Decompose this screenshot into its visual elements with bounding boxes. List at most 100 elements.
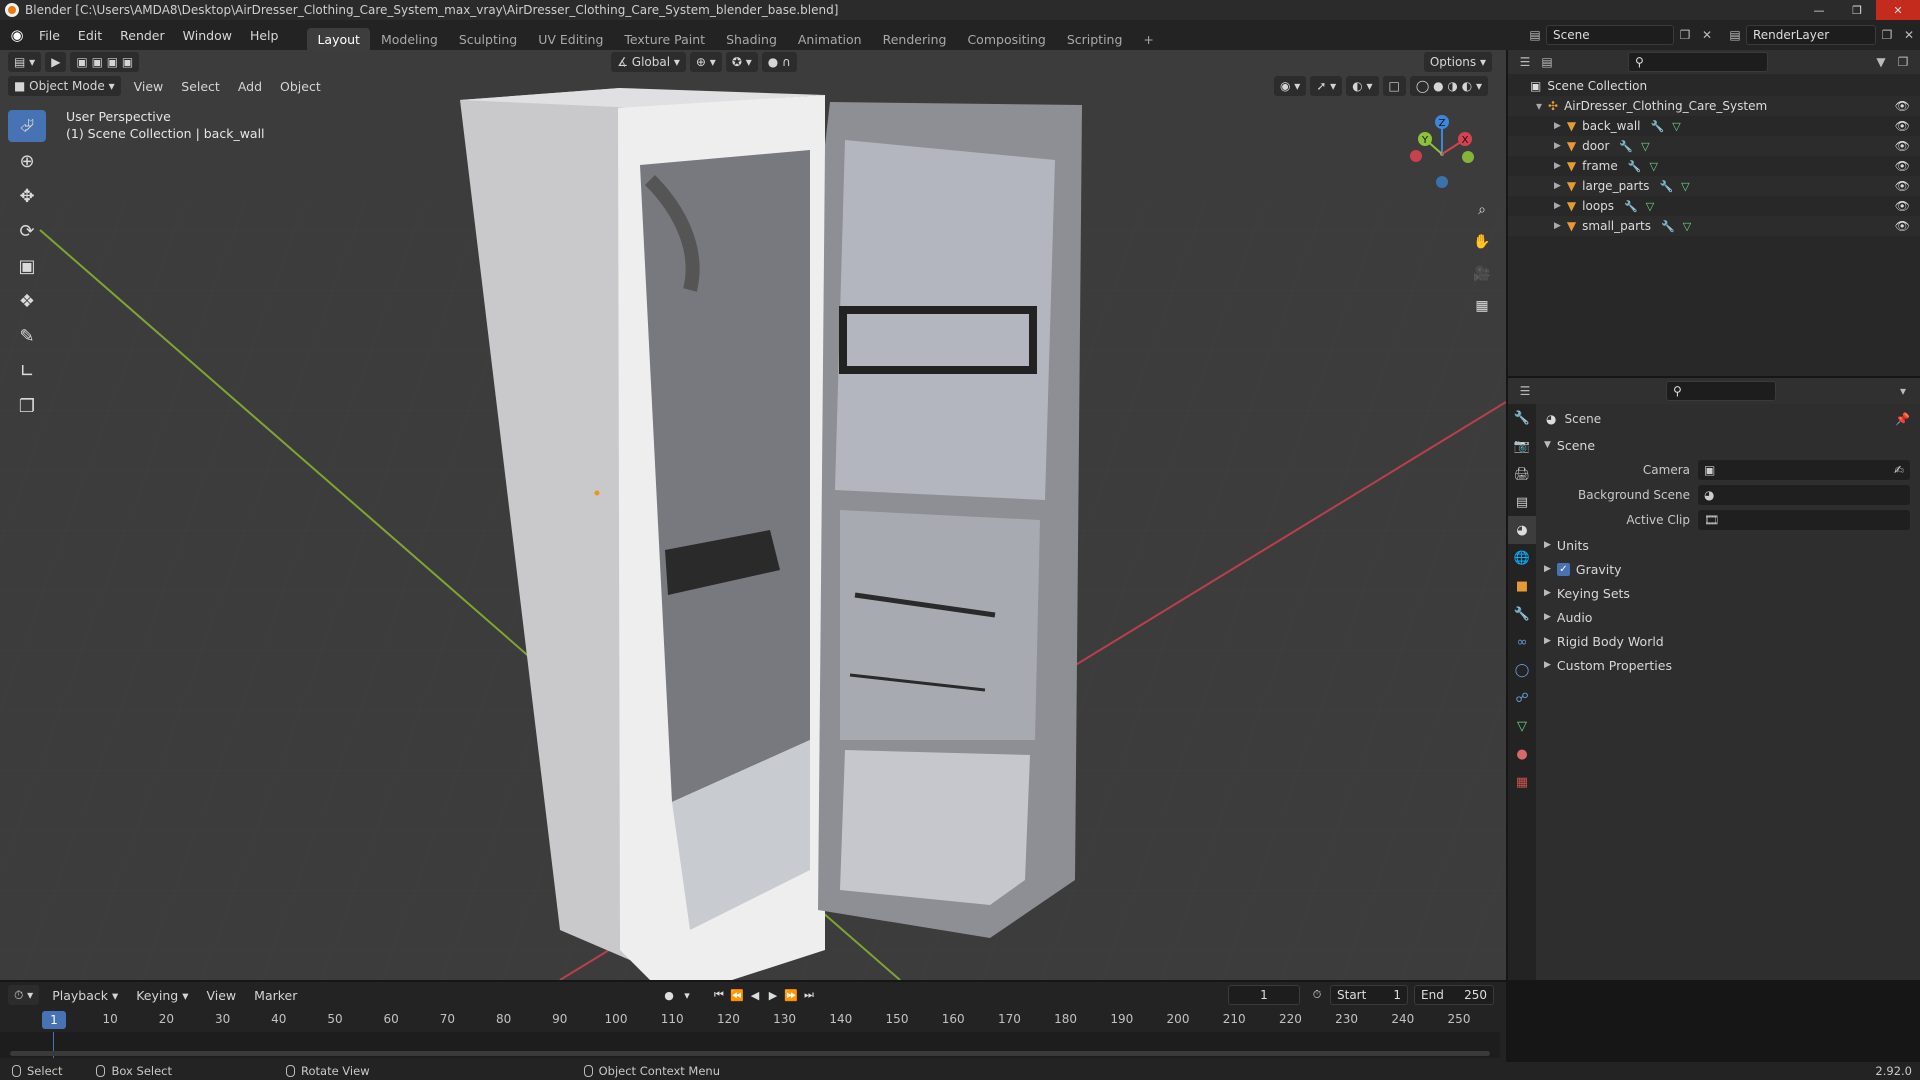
rigid-body-world-section[interactable]: ▶ Rigid Body World	[1536, 630, 1920, 652]
visibility-eye-icon[interactable]: 👁	[1895, 219, 1910, 233]
current-frame-field[interactable]: 1	[1228, 985, 1300, 1005]
visibility-eye-icon[interactable]: 👁	[1895, 139, 1910, 153]
constraints-tab-icon[interactable]: ☍	[1508, 684, 1536, 712]
current-frame-indicator[interactable]: 1	[42, 1011, 66, 1029]
modifier-wrench-icon[interactable]: 🔧	[1651, 120, 1665, 133]
select-tool-icon[interactable]: ▶	[45, 52, 67, 72]
custom-properties-section[interactable]: ▶ Custom Properties	[1536, 654, 1920, 676]
new-collection-icon[interactable]: ❐	[1892, 52, 1914, 72]
scene-icon[interactable]: ▤	[1524, 25, 1546, 45]
mesh-data-icon[interactable]: ▽	[1681, 180, 1689, 193]
jump-end-icon[interactable]: ⏭	[800, 985, 818, 1005]
data-tab-icon[interactable]: ▽	[1508, 712, 1536, 740]
mesh-data-icon[interactable]: ▽	[1649, 160, 1657, 173]
properties-editor-icon[interactable]: ☰	[1514, 381, 1536, 401]
gravity-section[interactable]: ▶ ✓ Gravity	[1536, 558, 1920, 580]
overlay-toggle-icon[interactable]: ◐ ▾	[1346, 76, 1379, 96]
outliner-editor-icon[interactable]: ☰	[1514, 52, 1536, 72]
ortho-grid-icon[interactable]: ▦	[1468, 292, 1496, 320]
timeline-editor-icon[interactable]: ⏱ ▾	[8, 985, 40, 1005]
expand-arrow-icon[interactable]: ▶	[1554, 181, 1561, 191]
shading-modes-icons[interactable]: ◯ ● ◑ ◐ ▾	[1409, 76, 1488, 96]
modifier-tab-icon[interactable]: 🔧	[1508, 600, 1536, 628]
transform-orientation-dropdown[interactable]: ∡ Global ▾	[611, 52, 686, 72]
close-icon[interactable]: ✕	[1876, 0, 1920, 20]
play-icon[interactable]: ▶	[764, 985, 782, 1005]
mesh-data-icon[interactable]: ▽	[1683, 220, 1691, 233]
start-frame-field[interactable]: Start 1	[1330, 985, 1408, 1005]
outliner-object-row[interactable]: ▶ ▼ loops 🔧 ▽ 👁	[1508, 196, 1920, 216]
texture-tab-icon[interactable]: ▦	[1508, 768, 1536, 796]
modifier-wrench-icon[interactable]: 🔧	[1659, 180, 1673, 193]
keying-sets-section[interactable]: ▶ Keying Sets	[1536, 582, 1920, 604]
visibility-eye-icon[interactable]: 👁	[1895, 99, 1910, 113]
menu-help[interactable]: Help	[241, 28, 288, 43]
tab-sculpting[interactable]: Sculpting	[449, 28, 527, 50]
new-view-layer-icon[interactable]: ❐	[1876, 25, 1898, 45]
outliner-object-row[interactable]: ▶ ▼ frame 🔧 ▽ 👁	[1508, 156, 1920, 176]
visibility-eye-icon[interactable]: 👁	[1895, 199, 1910, 213]
mesh-data-icon[interactable]: ▽	[1672, 120, 1680, 133]
scene-field[interactable]: Scene	[1546, 25, 1674, 45]
camera-field[interactable]: ▣ ✍	[1698, 460, 1910, 480]
outliner-object-row[interactable]: ▶ ▼ large_parts 🔧 ▽ 👁	[1508, 176, 1920, 196]
filter-icon[interactable]: ▼	[1870, 52, 1892, 72]
object-mode-dropdown[interactable]: ■ Object Mode ▾	[8, 76, 121, 96]
outliner-scene-collection[interactable]: ▣ Scene Collection	[1508, 76, 1920, 96]
tab-compositing[interactable]: Compositing	[957, 28, 1055, 50]
pin-icon[interactable]: 📌	[1895, 412, 1910, 426]
audio-section[interactable]: ▶ Audio	[1536, 606, 1920, 628]
view-layer-field[interactable]: RenderLayer	[1746, 25, 1876, 45]
menu-marker[interactable]: Marker	[245, 988, 306, 1003]
mesh-data-icon[interactable]: ▽	[1641, 140, 1649, 153]
background-scene-field[interactable]: ◕	[1698, 485, 1910, 505]
maximize-icon[interactable]: ❐	[1838, 0, 1876, 20]
menu-playback[interactable]: Playback ▾	[43, 988, 127, 1003]
tab-rendering[interactable]: Rendering	[873, 28, 957, 50]
minimize-icon[interactable]: —	[1800, 0, 1838, 20]
next-keyframe-icon[interactable]: ⏩	[782, 985, 800, 1005]
visibility-eye-icon[interactable]: 👁	[1895, 179, 1910, 193]
physics-tab-icon[interactable]: ◯	[1508, 656, 1536, 684]
expand-arrow-icon[interactable]: ▶	[1554, 141, 1561, 151]
add-cube-tool-icon[interactable]: ❐	[8, 390, 46, 422]
editor-type-icon[interactable]: ▤ ▾	[8, 52, 42, 72]
visibility-icon[interactable]: ◉ ▾	[1274, 76, 1307, 96]
cursor-tool-icon[interactable]: ⊕	[8, 145, 46, 177]
measure-tool-icon[interactable]: ∟	[8, 355, 46, 387]
timeline-scrollbar[interactable]	[10, 1051, 1490, 1056]
snap-icon[interactable]: ✪ ▾	[725, 52, 758, 72]
render-tab-icon[interactable]: 📷	[1508, 432, 1536, 460]
scale-tool-icon[interactable]: ▣	[8, 250, 46, 282]
menu-add[interactable]: Add	[229, 79, 271, 94]
tab-uv-editing[interactable]: UV Editing	[528, 28, 613, 50]
menu-view[interactable]: View	[125, 79, 173, 94]
units-section[interactable]: ▶ Units	[1536, 534, 1920, 556]
visibility-eye-icon[interactable]: 👁	[1895, 119, 1910, 133]
menu-edit[interactable]: Edit	[69, 28, 111, 43]
output-tab-icon[interactable]: 🖨	[1508, 460, 1536, 488]
tab-layout[interactable]: Layout	[307, 28, 370, 50]
zoom-icon[interactable]: ⌕	[1468, 196, 1496, 224]
tab-texture-paint[interactable]: Texture Paint	[614, 28, 715, 50]
xray-icon[interactable]: □	[1382, 76, 1406, 96]
world-tab-icon[interactable]: 🌐	[1508, 544, 1536, 572]
gizmo-toggle-icon[interactable]: ➚ ▾	[1310, 76, 1343, 96]
menu-timeline-view[interactable]: View	[197, 988, 245, 1003]
3d-viewport[interactable]: ▤ ▾ ▶ ▣ ▣ ▣ ▣ ∡ Global ▾ ⊕ ▾ ✪ ▾ ● ∩ Opt…	[0, 50, 1506, 980]
modifier-wrench-icon[interactable]: 🔧	[1624, 200, 1638, 213]
menu-render[interactable]: Render	[111, 28, 174, 43]
mesh-data-icon[interactable]: ▽	[1646, 200, 1654, 213]
delete-view-layer-icon[interactable]: ✕	[1898, 25, 1920, 45]
display-mode-icon[interactable]: ▤	[1536, 52, 1558, 72]
active-clip-field[interactable]: 🎞	[1698, 510, 1910, 530]
modifier-wrench-icon[interactable]: 🔧	[1661, 220, 1675, 233]
view-layer-tab-icon[interactable]: ▤	[1508, 488, 1536, 516]
modifier-wrench-icon[interactable]: 🔧	[1628, 160, 1642, 173]
navigation-gizmo[interactable]: Z Y X	[1406, 112, 1486, 192]
new-scene-icon[interactable]: ❐	[1674, 25, 1696, 45]
modifier-wrench-icon[interactable]: 🔧	[1619, 140, 1633, 153]
expand-arrow-icon[interactable]: ▶	[1554, 161, 1561, 171]
outliner-object-row[interactable]: ▶ ▼ back_wall 🔧 ▽ 👁	[1508, 116, 1920, 136]
eyedropper-icon[interactable]: ✍	[1894, 463, 1904, 477]
